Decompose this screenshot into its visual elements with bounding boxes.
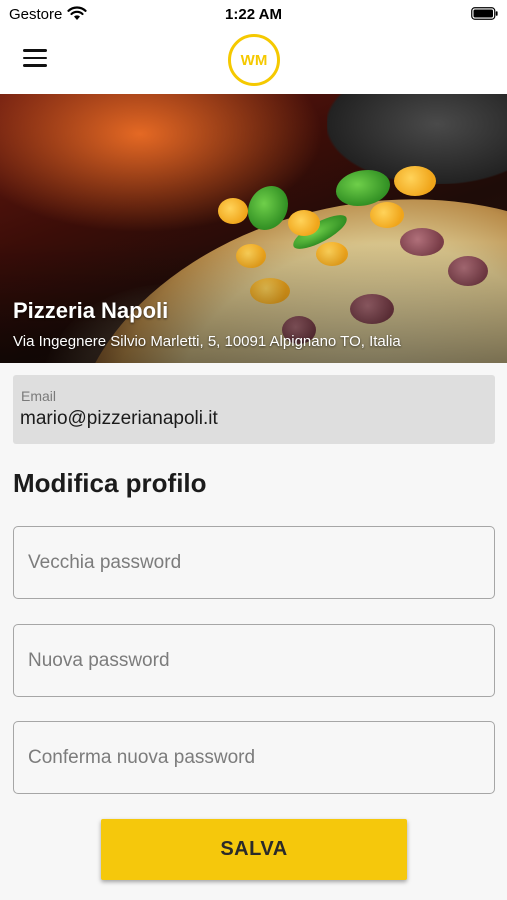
email-value: mario@pizzerianapoli.it bbox=[20, 408, 218, 429]
restaurant-name: Pizzeria Napoli bbox=[13, 298, 169, 323]
restaurant-hero-image: Pizzeria Napoli Via Ingegnere Silvio Mar… bbox=[0, 94, 507, 363]
restaurant-address: Via Ingegnere Silvio Marletti, 5, 10091 … bbox=[13, 333, 401, 350]
new-password-input[interactable] bbox=[14, 625, 494, 696]
new-password-field-container bbox=[13, 624, 495, 697]
email-display: Email mario@pizzerianapoli.it bbox=[13, 375, 495, 444]
confirm-password-field-container bbox=[13, 721, 495, 794]
battery-icon bbox=[471, 7, 498, 20]
email-label: Email bbox=[21, 388, 57, 404]
logo-text: WM bbox=[240, 51, 268, 69]
confirm-password-input[interactable] bbox=[14, 722, 494, 793]
status-bar: Gestore 1:22 AM bbox=[0, 0, 507, 28]
page-title: Modifica profilo bbox=[13, 468, 207, 498]
logo: WM bbox=[228, 34, 280, 86]
old-password-field-container bbox=[13, 526, 495, 599]
save-button[interactable]: SALVA bbox=[101, 819, 407, 880]
old-password-input[interactable] bbox=[14, 527, 494, 598]
app-header: WM bbox=[0, 28, 507, 94]
hamburger-menu-icon[interactable] bbox=[23, 49, 47, 69]
clock-time: 1:22 AM bbox=[225, 6, 282, 23]
